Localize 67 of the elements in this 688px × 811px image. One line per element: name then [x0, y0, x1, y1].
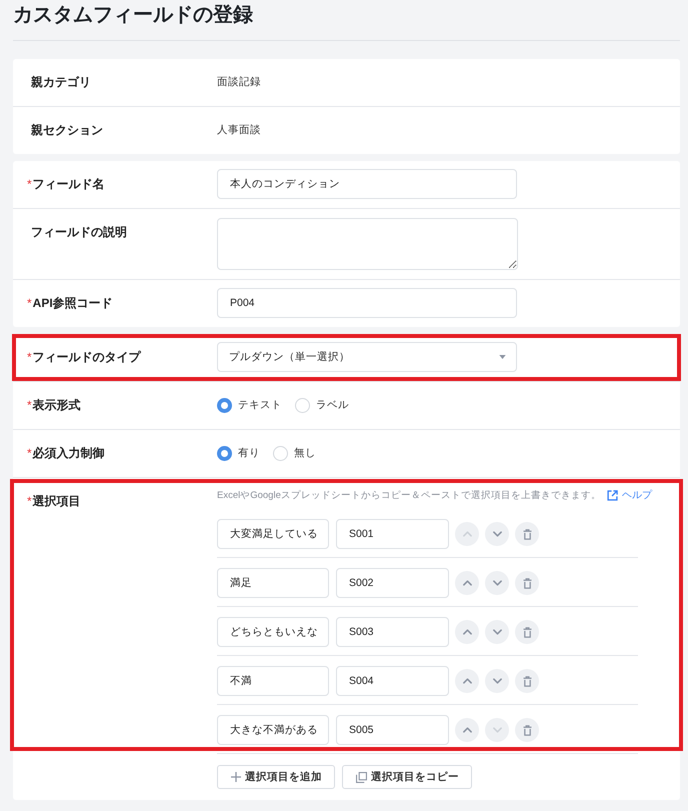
chevron-down-icon: [492, 678, 502, 684]
move-up-button[interactable]: [455, 669, 479, 693]
choice-label-input[interactable]: 満足: [217, 568, 329, 598]
move-down-button[interactable]: [485, 522, 509, 546]
text-input[interactable]: 本人のコンディション: [217, 169, 517, 199]
choice-code-input[interactable]: S003: [336, 617, 449, 647]
field-value: 面談記録: [217, 75, 262, 90]
delete-button[interactable]: [515, 522, 539, 546]
field-label: 親カテゴリ: [30, 74, 92, 91]
copy-icon: [356, 772, 367, 782]
trash-icon: [522, 578, 532, 588]
chevron-up-icon: [462, 629, 472, 635]
field-label: 親セクション: [30, 122, 104, 139]
radio-label: 無し: [294, 446, 316, 460]
radio-label: ラベル: [316, 398, 349, 412]
delete-button[interactable]: [515, 718, 539, 742]
chevron-down-icon: [492, 531, 502, 537]
help-link[interactable]: ヘルプ: [606, 488, 652, 502]
move-up-button[interactable]: [455, 571, 479, 595]
field-label: *フィールド名: [26, 176, 106, 193]
trash-icon: [522, 626, 532, 638]
radio-button[interactable]: [217, 446, 232, 460]
chevron-down-icon: [492, 580, 502, 586]
delete-button[interactable]: [515, 669, 539, 693]
field-label: *API参照コード: [26, 295, 114, 312]
add-choice-button[interactable]: 選択項目を追加: [217, 765, 335, 789]
field-value: 人事面談: [217, 123, 262, 138]
plus-icon: [231, 772, 241, 782]
field-label: フィールドの説明: [30, 224, 128, 241]
move-up-button[interactable]: [455, 620, 479, 644]
choice-label-input[interactable]: 大きな不満がある: [217, 715, 329, 745]
radio-button[interactable]: [217, 398, 232, 412]
copy-choices-button[interactable]: 選択項目をコピー: [342, 765, 472, 789]
choice-label-input[interactable]: 大変満足している: [217, 519, 329, 549]
choice-code-input[interactable]: S001: [336, 519, 449, 549]
move-down-button[interactable]: [485, 571, 509, 595]
field-label: *選択項目: [26, 493, 82, 510]
page-title: カスタムフィールドの登録: [13, 3, 254, 28]
radio-label: 有り: [238, 446, 260, 460]
choice-code-input[interactable]: S005: [336, 715, 449, 745]
move-up-button[interactable]: [455, 718, 479, 742]
chevron-up-icon: [462, 531, 472, 537]
move-down-button[interactable]: [485, 669, 509, 693]
delete-button[interactable]: [515, 620, 539, 644]
choice-label-input[interactable]: 不満: [217, 666, 329, 696]
hint-text: ExcelやGoogleスプレッドシートからコピー＆ペーストで選択項目を上書きできます。: [217, 488, 601, 502]
delete-button[interactable]: [515, 571, 539, 595]
chevron-up-icon: [462, 678, 472, 684]
chevron-down-icon: [492, 727, 502, 733]
external-link-icon: [606, 490, 618, 500]
move-down-button[interactable]: [485, 620, 509, 644]
choice-code-input[interactable]: S004: [336, 666, 449, 696]
choice-code-input[interactable]: S002: [336, 568, 449, 598]
caret-icon: [499, 355, 506, 359]
text-input[interactable]: P004: [217, 288, 517, 318]
field-label: *フィールドのタイプ: [26, 349, 142, 366]
field-label: *表示形式: [26, 397, 82, 414]
field-type-select[interactable]: プルダウン（単一選択）: [217, 342, 517, 372]
radio-label: テキスト: [238, 398, 282, 412]
chevron-up-icon: [462, 727, 472, 733]
chevron-up-icon: [462, 580, 472, 586]
trash-icon: [522, 528, 532, 540]
choice-label-input[interactable]: どちらともいえな: [217, 617, 329, 647]
trash-icon: [522, 676, 532, 686]
trash-icon: [522, 724, 532, 736]
field-label: *必須入力制御: [26, 445, 106, 462]
chevron-down-icon: [492, 629, 502, 635]
